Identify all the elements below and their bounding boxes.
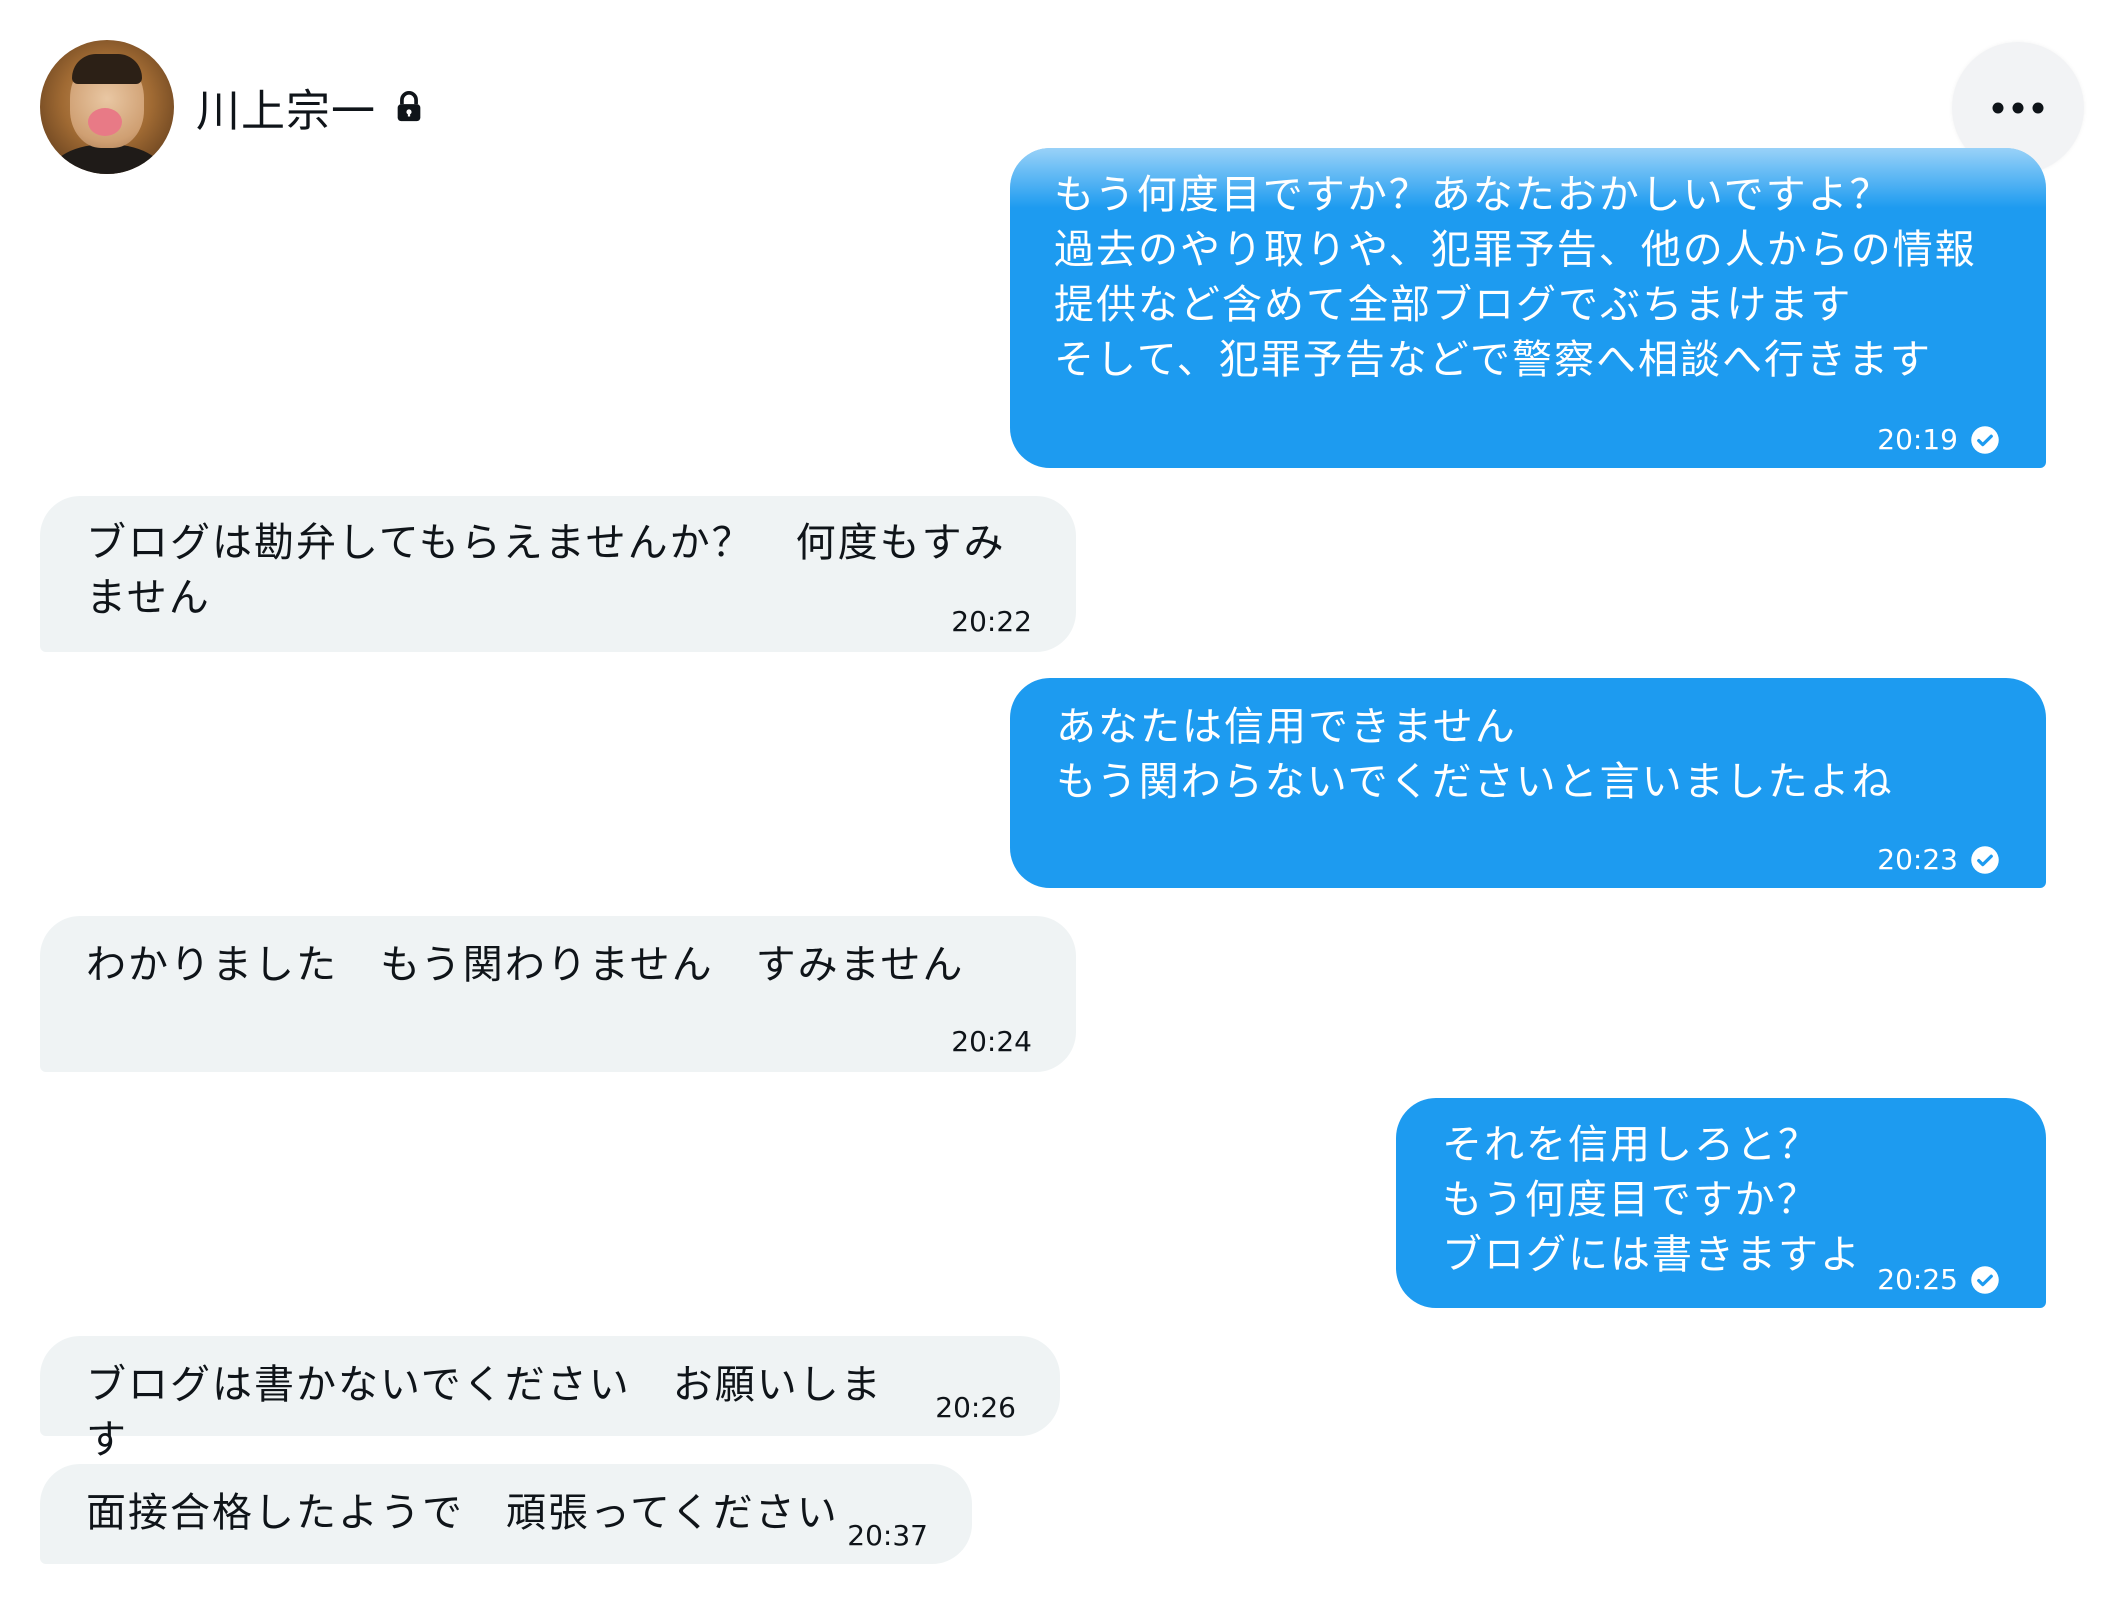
message-bubble-received[interactable]: 面接合格したようで 頑張ってください 20:37 bbox=[40, 1464, 972, 1564]
message-text: 面接合格したようで 頑張ってください bbox=[86, 1490, 839, 1536]
check-circle-icon bbox=[1971, 425, 1999, 454]
check-circle-icon bbox=[1971, 1265, 1999, 1294]
message-time: 20:25 bbox=[1877, 1263, 1958, 1296]
message-text: ブログは勘弁してもらえませんか？ 何度もすみ ません bbox=[86, 520, 1006, 621]
lock-icon bbox=[397, 91, 421, 122]
message-text: あなたは信用できません もう関わらないでくださいと言いましたよね bbox=[1056, 704, 1894, 805]
message-time: 20:24 bbox=[951, 1025, 1032, 1058]
more-horizontal-icon bbox=[1992, 102, 2044, 114]
message-bubble-sent[interactable]: あなたは信用できません もう関わらないでくださいと言いましたよね 20:23 bbox=[1010, 678, 2046, 888]
contact-name[interactable]: 川上宗一 bbox=[196, 75, 376, 139]
message-meta: 20:23 bbox=[1877, 832, 2000, 887]
message-bubble-received[interactable]: ブログは勘弁してもらえませんか？ 何度もすみ ません 20:22 bbox=[40, 496, 1076, 652]
message-bubble-sent[interactable]: もう何度目ですか？あなたおかしいですよ？ 過去のやり取りや、犯罪予告、他の人から… bbox=[1010, 148, 2046, 468]
message-time: 20:23 bbox=[1877, 843, 1958, 876]
message-meta: 20:25 bbox=[1877, 1252, 2000, 1307]
message-time: 20:19 bbox=[1877, 423, 1958, 456]
avatar-mouth bbox=[88, 108, 122, 136]
avatar[interactable] bbox=[40, 40, 174, 174]
check-circle-icon bbox=[1971, 845, 1999, 874]
message-meta: 20:24 bbox=[951, 1014, 1032, 1069]
message-bubble-received[interactable]: わかりました もう関わりません すみません 20:24 bbox=[40, 916, 1076, 1072]
message-text: もう何度目ですか？あなたおかしいですよ？ 過去のやり取りや、犯罪予告、他の人から… bbox=[1054, 172, 1977, 383]
avatar-body bbox=[50, 144, 164, 174]
message-bubble-received[interactable]: ブログは書かないでください お願いします 20:26 bbox=[40, 1336, 1060, 1463]
message-bubble-sent[interactable]: それを信用しろと？ もう何度目ですか？ ブログには書きますよ 20:25 bbox=[1396, 1098, 2046, 1308]
message-text: わかりました もう関わりません すみません bbox=[86, 942, 965, 988]
message-meta: 20:26 bbox=[935, 1380, 1016, 1435]
message-meta: 20:22 bbox=[951, 594, 1032, 649]
avatar-hair bbox=[72, 54, 142, 84]
message-time: 20:37 bbox=[847, 1519, 928, 1552]
conversation-header: 川上宗一 bbox=[40, 40, 426, 174]
message-time: 20:26 bbox=[935, 1391, 1016, 1424]
message-meta: 20:19 bbox=[1877, 412, 2000, 467]
message-text: ブログは書かないでください お願いします bbox=[86, 1362, 883, 1463]
message-meta: 20:37 bbox=[847, 1508, 928, 1563]
message-text: それを信用しろと？ もう何度目ですか？ ブログには書きますよ bbox=[1442, 1122, 1862, 1278]
message-time: 20:22 bbox=[951, 605, 1032, 638]
